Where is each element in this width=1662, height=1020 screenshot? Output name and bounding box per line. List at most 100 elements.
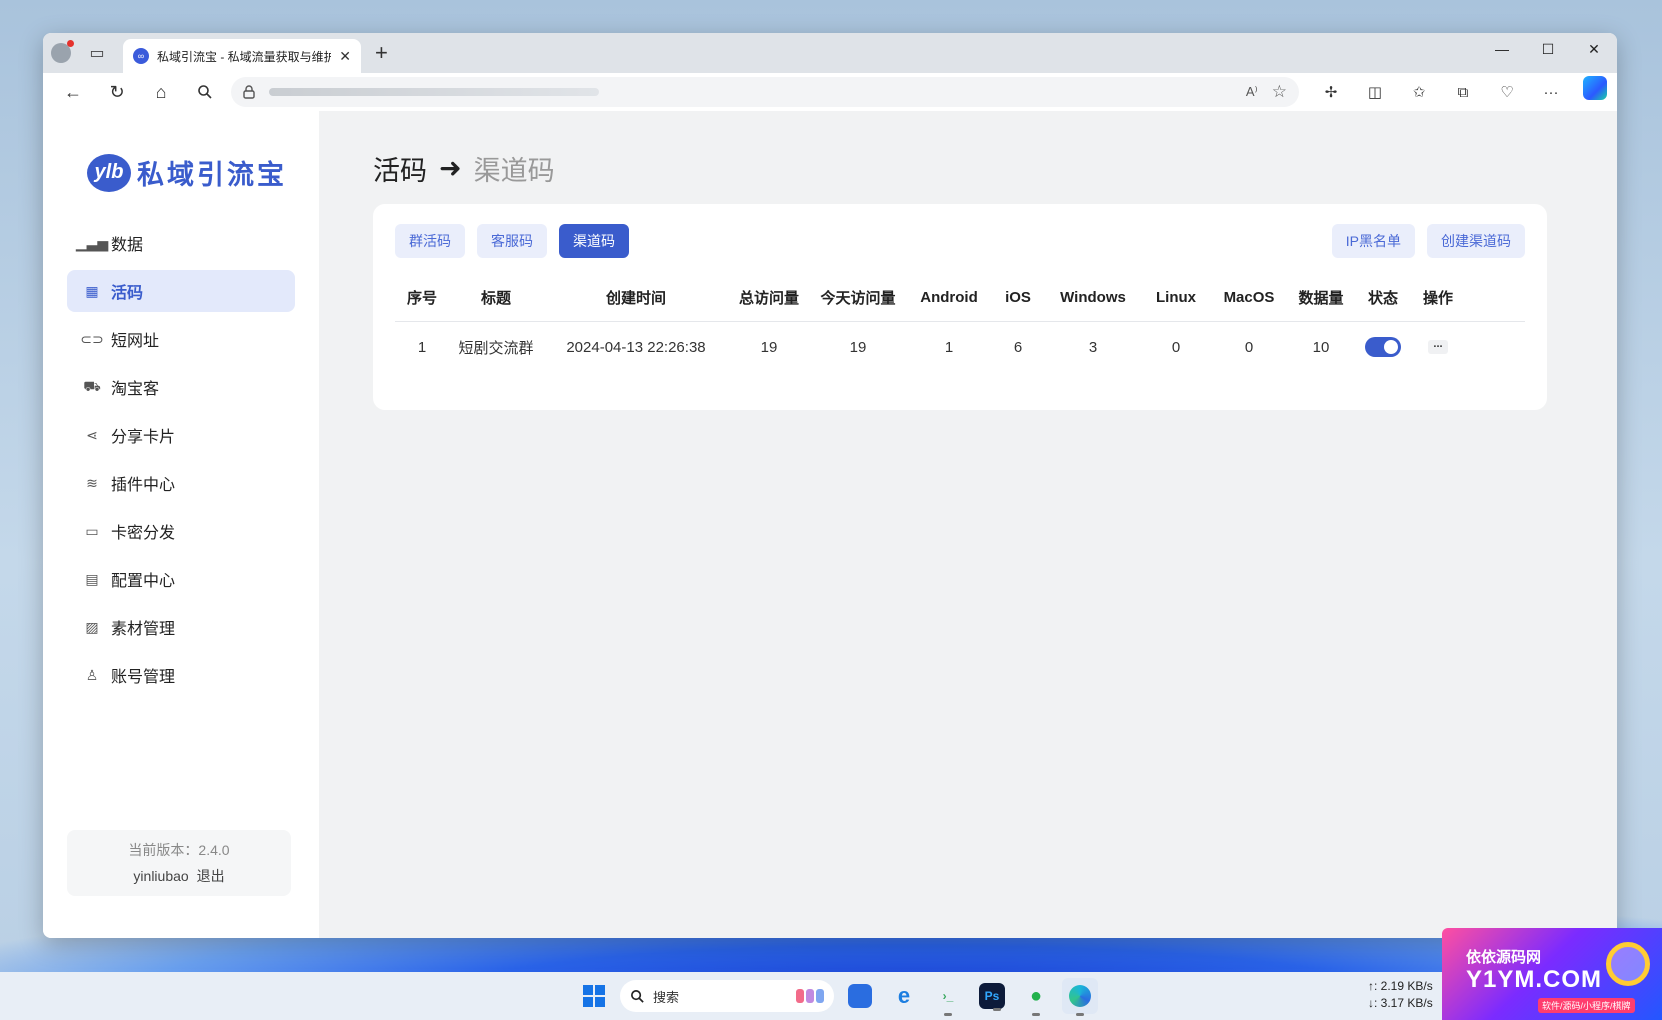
channel-code-card: 群活码 客服码 渠道码 IP黑名单 创建渠道码 序号 标题 创建时间 总访问量 … bbox=[373, 204, 1547, 410]
ylb-favicon-icon: ∞ bbox=[133, 48, 149, 64]
search-button[interactable] bbox=[183, 76, 227, 108]
sidebar-item-short-url[interactable]: ⊂⊃ 短网址 bbox=[67, 318, 295, 360]
watermark-line3: 软件/源码/小程序/棋牌 bbox=[1538, 998, 1635, 1013]
cell-title: 短剧交流群 bbox=[458, 339, 534, 357]
link-icon: ⊂⊃ bbox=[80, 330, 104, 347]
extensions-button[interactable]: ✢ bbox=[1309, 76, 1353, 108]
breadcrumb-current[interactable]: 活码 bbox=[373, 149, 427, 188]
col-windows: Windows bbox=[1060, 289, 1126, 306]
col-android: Android bbox=[920, 289, 978, 306]
sidebar-item-label: 素材管理 bbox=[111, 621, 176, 638]
favorites-icon: ✩ bbox=[1412, 84, 1426, 101]
search-icon bbox=[198, 85, 212, 99]
sidebar-item-plugins[interactable]: ≋ 插件中心 bbox=[67, 462, 295, 504]
more-actions-button[interactable]: ... bbox=[1428, 339, 1448, 354]
sidebar-item-accounts[interactable]: ♙ 账号管理 bbox=[67, 654, 295, 696]
edge-browser-icon[interactable] bbox=[1062, 978, 1098, 1016]
grid-icon: ▦ bbox=[85, 282, 99, 299]
taskbar-search-label: 搜索 bbox=[653, 989, 680, 1005]
back-button[interactable]: ← bbox=[51, 76, 95, 108]
taskbar: 搜索 e ›_ Ps ● ↑: 2.19 KB/s ↓: 3.17 KB/s bbox=[0, 972, 1662, 1020]
sidebar-item-share-card[interactable]: ⋖ 分享卡片 bbox=[67, 414, 295, 456]
sidebar-item-label: 淘宝客 bbox=[111, 381, 160, 398]
network-speed: ↑: 2.19 KB/s ↓: 3.17 KB/s bbox=[1368, 978, 1433, 1012]
home-button[interactable]: ⌂ bbox=[139, 76, 183, 108]
address-bar[interactable]: A⁾ ☆ bbox=[231, 77, 1299, 107]
net-down-speed: ↓: 3.17 KB/s bbox=[1368, 996, 1433, 1010]
heart-pulse-icon: ♡ bbox=[1500, 84, 1514, 101]
browser-health-button[interactable]: ♡ bbox=[1485, 76, 1529, 108]
close-window-button[interactable]: ✕ bbox=[1571, 33, 1617, 65]
page-content: ylb 私域引流宝 ▁▃▅ 数据 ▦ 活码 ⊂⊃ 短网址 ⛟ 淘宝客 ⋖ 分享卡… bbox=[43, 111, 1617, 938]
table-row: 1 短剧交流群 2024-04-13 22:26:38 19 19 1 6 3 … bbox=[395, 322, 1525, 372]
lock-icon bbox=[243, 85, 255, 99]
profile-button[interactable] bbox=[43, 33, 79, 73]
wechat-app-icon[interactable]: ● bbox=[1018, 978, 1054, 1016]
photoshop-app-icon[interactable]: Ps bbox=[979, 983, 1005, 1011]
sidebar-item-materials[interactable]: ▨ 素材管理 bbox=[67, 606, 295, 648]
favorites-button[interactable]: ✩ bbox=[1397, 76, 1441, 108]
collections-button[interactable]: ⧉ bbox=[1441, 76, 1485, 108]
sidebar-item-taobaoke[interactable]: ⛟ 淘宝客 bbox=[67, 366, 295, 408]
store-app-icon[interactable] bbox=[848, 984, 872, 1008]
main-content: 活码 ➜ 渠道码 群活码 客服码 渠道码 IP黑名单 创建渠道码 序号 标题 创… bbox=[319, 111, 1617, 938]
cart-icon: ⛟ bbox=[83, 377, 101, 394]
breadcrumb: 活码 ➜ 渠道码 bbox=[373, 149, 1617, 188]
watermark-badge: 依依源码网 Y1YM.COM 软件/源码/小程序/棋牌 bbox=[1442, 928, 1662, 1020]
tab-channel-code[interactable]: 渠道码 bbox=[559, 224, 629, 258]
more-menu-button[interactable]: ··· bbox=[1529, 76, 1573, 108]
refresh-icon: ↻ bbox=[109, 81, 125, 102]
logout-link[interactable]: 退出 bbox=[197, 868, 225, 884]
split-screen-button[interactable]: ◫ bbox=[1353, 76, 1397, 108]
sidebar-item-label: 插件中心 bbox=[111, 477, 176, 494]
browser-toolbar: ← ↻ ⌂ A⁾ ☆ ✢ ◫ ✩ ⧉ ♡ ··· bbox=[43, 73, 1617, 111]
sidebar-item-live-code[interactable]: ▦ 活码 bbox=[67, 270, 295, 312]
copilot-icon[interactable] bbox=[1583, 76, 1607, 100]
col-title: 标题 bbox=[480, 290, 511, 307]
profile-icon bbox=[51, 40, 74, 63]
split-screen-icon: ◫ bbox=[1367, 84, 1383, 101]
read-aloud-icon[interactable]: A⁾ bbox=[1246, 84, 1258, 100]
logo-text: 私域引流宝 bbox=[137, 160, 287, 191]
maximize-button[interactable]: ☐ bbox=[1525, 33, 1571, 65]
sidebar-item-card-distribution[interactable]: ▭ 卡密分发 bbox=[67, 510, 295, 552]
ip-blacklist-button[interactable]: IP黑名单 bbox=[1331, 224, 1415, 258]
user-add-icon: ♙ bbox=[85, 666, 99, 683]
sidebar-nav: ▁▃▅ 数据 ▦ 活码 ⊂⊃ 短网址 ⛟ 淘宝客 ⋖ 分享卡片 ≋ 插件中心 ▭… bbox=[43, 222, 319, 696]
create-channel-code-button[interactable]: 创建渠道码 bbox=[1427, 224, 1525, 258]
windows-logo-icon bbox=[583, 985, 605, 1007]
tab-close-icon[interactable]: ✕ bbox=[339, 48, 351, 65]
cell-windows: 3 bbox=[1088, 338, 1098, 356]
start-button[interactable] bbox=[576, 978, 612, 1014]
cell-data: 10 bbox=[1312, 338, 1330, 356]
sidebar-item-label: 账号管理 bbox=[111, 669, 176, 686]
edge-legacy-icon[interactable]: e bbox=[886, 978, 922, 1014]
tab-group-code[interactable]: 群活码 bbox=[395, 224, 465, 258]
minimize-button[interactable]: — bbox=[1479, 33, 1525, 65]
watermark-line1: 依依源码网 bbox=[1466, 949, 1542, 966]
breadcrumb-sub: 渠道码 bbox=[473, 156, 555, 186]
home-icon: ⌂ bbox=[155, 81, 167, 102]
col-status: 状态 bbox=[1367, 290, 1398, 307]
collections-icon: ⧉ bbox=[1457, 83, 1469, 101]
card-actions: IP黑名单 创建渠道码 bbox=[1331, 224, 1525, 258]
status-toggle[interactable] bbox=[1365, 337, 1401, 357]
share-icon: ⋖ bbox=[86, 426, 98, 443]
tab-service-code[interactable]: 客服码 bbox=[477, 224, 547, 258]
col-created: 创建时间 bbox=[605, 290, 666, 307]
tab-actions-icon: ▭ bbox=[89, 45, 105, 62]
refresh-button[interactable]: ↻ bbox=[95, 76, 139, 108]
sidebar-item-data[interactable]: ▁▃▅ 数据 bbox=[67, 222, 295, 264]
new-tab-button[interactable]: + bbox=[375, 40, 388, 66]
favorite-star-icon[interactable]: ☆ bbox=[1272, 82, 1287, 102]
col-total: 总访问量 bbox=[738, 290, 799, 307]
browser-tab[interactable]: ∞ 私域引流宝 - 私域流量获取与维护 ✕ bbox=[123, 39, 361, 73]
sidebar-item-config[interactable]: ▤ 配置中心 bbox=[67, 558, 295, 600]
cell-macos: 0 bbox=[1244, 338, 1254, 356]
image-icon: ▨ bbox=[85, 618, 99, 635]
tab-strip: ▭ ∞ 私域引流宝 - 私域流量获取与维护 ✕ + — ☐ ✕ bbox=[43, 33, 1617, 73]
toolbar-right-actions: ✢ ◫ ✩ ⧉ ♡ ··· bbox=[1309, 76, 1607, 108]
tab-actions-button[interactable]: ▭ bbox=[79, 33, 115, 73]
taskbar-search[interactable]: 搜索 bbox=[620, 980, 834, 1012]
terminal-app-icon[interactable]: ›_ bbox=[930, 978, 966, 1016]
